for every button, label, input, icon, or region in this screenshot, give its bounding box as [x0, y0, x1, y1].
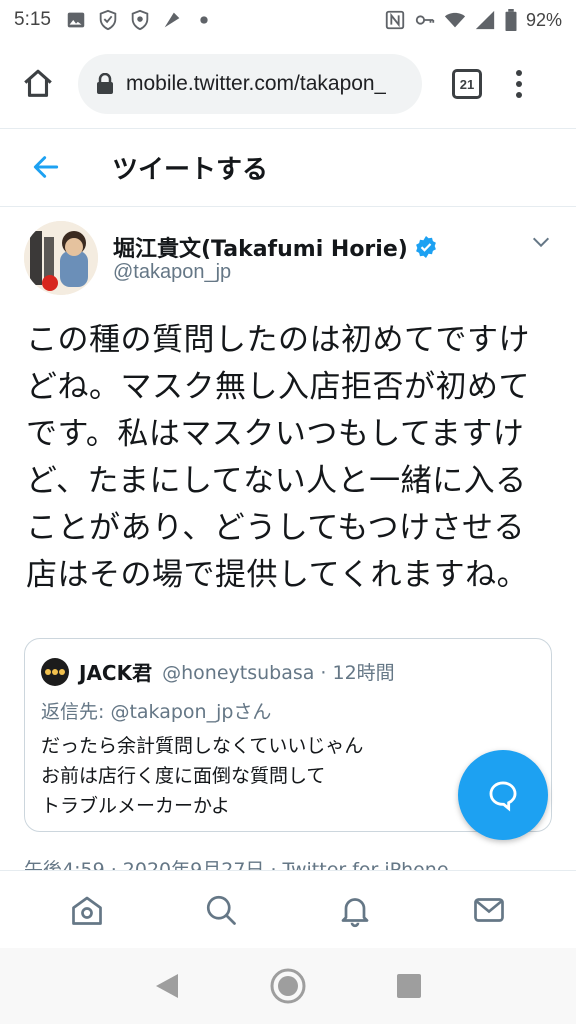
menu-dot: [516, 70, 522, 76]
verified-badge-icon: [415, 236, 436, 258]
author-handle[interactable]: @takapon_jp: [113, 261, 231, 284]
address-bar[interactable]: mobile.twitter.com/takapon_: [78, 54, 422, 114]
quoted-author-name: JACK君: [79, 661, 153, 685]
nav-search[interactable]: [202, 891, 240, 929]
wifi-icon: [444, 12, 466, 28]
nav-notifications[interactable]: [336, 891, 374, 929]
author-name-text: 堀江貴文(Takafumi Horie): [113, 237, 408, 262]
nfc-icon: [385, 10, 405, 30]
menu-dot: [516, 81, 522, 87]
battery-percent: 92%: [525, 9, 562, 30]
status-time: 5:15: [14, 9, 51, 30]
home-button[interactable]: [16, 62, 60, 106]
search-icon: [206, 895, 236, 925]
author-name[interactable]: 堀江貴文(Takafumi Horie): [113, 231, 438, 263]
key-icon: [415, 15, 435, 25]
quoted-avatar: [41, 657, 69, 686]
nav-messages[interactable]: [470, 891, 508, 929]
back-arrow-icon[interactable]: [30, 151, 62, 183]
vpn-icon: [164, 12, 180, 28]
tweet-author-row: 堀江貴文(Takafumi Horie) @takapon_jp: [0, 207, 576, 307]
tab-switcher-button[interactable]: 21: [452, 69, 482, 99]
quoted-tweet-header: JACK君 @honeytsubasa · 12時間: [41, 657, 395, 686]
photo-icon: [67, 12, 85, 28]
shield-icon: [99, 9, 117, 31]
home-icon: [72, 896, 102, 925]
lock-icon: [97, 73, 113, 94]
nav-home[interactable]: [68, 891, 106, 929]
shield-icon: [131, 9, 149, 31]
page-header: ツイートする: [0, 128, 576, 206]
bell-icon: [341, 897, 369, 927]
back-triangle-icon[interactable]: [154, 972, 180, 1000]
recents-square-icon[interactable]: [396, 973, 422, 999]
compose-reply-button[interactable]: [458, 750, 548, 840]
overflow-menu-button[interactable]: [516, 70, 522, 98]
avatar-image: [24, 221, 98, 295]
status-bar: 5:15 92%: [0, 0, 576, 40]
menu-dot: [516, 92, 522, 98]
mail-icon: [474, 897, 504, 922]
tweet-meta: 午後4:59 · 2020年9月27日 · Twitter for iPhone: [24, 859, 449, 870]
url-text: mobile.twitter.com/takapon_: [126, 72, 387, 95]
quoted-avatar-image: [45, 668, 65, 675]
tweet: 堀江貴文(Takafumi Horie) @takapon_jp この種の質問し…: [0, 207, 576, 593]
home-icon: [24, 69, 52, 97]
home-circle-icon[interactable]: [269, 967, 307, 1005]
quoted-reply-to: 返信先: @takapon_jpさん: [41, 701, 272, 723]
system-navigation-bar: [0, 948, 576, 1024]
quoted-tweet-text: だったら余計質問しなくていいじゃん お前は店行く度に面倒な質問して トラブルメー…: [41, 735, 364, 817]
quoted-author-handle: @honeytsubasa · 12時間: [162, 662, 395, 684]
avatar[interactable]: [24, 221, 98, 295]
reply-bubble-icon: [489, 781, 517, 812]
battery-icon: [505, 9, 517, 31]
signal-icon: [475, 10, 495, 30]
bottom-navigation: [0, 870, 576, 948]
tweet-text: この種の質問したのは初めてですけどね。マスク無し入店拒否が初めてです。私はマスク…: [26, 322, 530, 593]
chevron-down-icon[interactable]: [530, 231, 552, 253]
dot-icon: [200, 16, 208, 24]
browser-toolbar: mobile.twitter.com/takapon_ 21: [0, 40, 576, 128]
page-title: ツイートする: [112, 154, 269, 185]
